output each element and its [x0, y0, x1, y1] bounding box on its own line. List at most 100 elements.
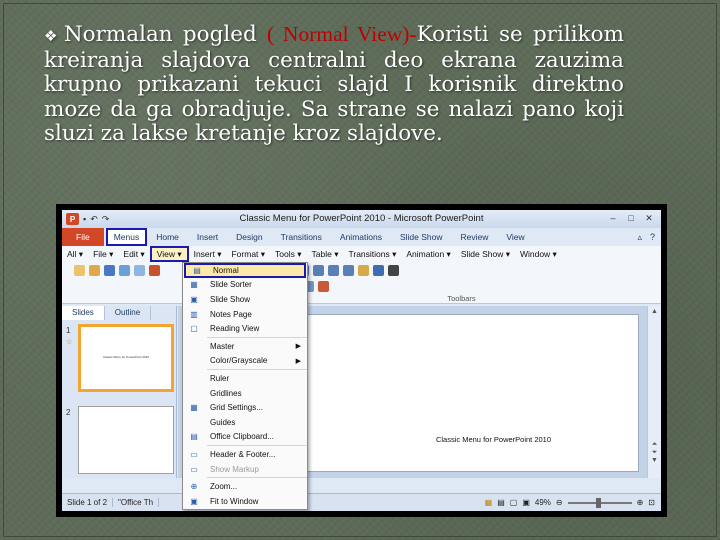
menu-item-master[interactable]: Master ▶ — [183, 339, 307, 354]
normal-icon: ▤ — [193, 265, 201, 275]
menu-item-label: Grid Settings... — [210, 403, 263, 413]
tab-animations[interactable]: Animations — [331, 228, 391, 246]
line-icon[interactable] — [388, 264, 399, 276]
menu-item-label: Slide Show — [210, 294, 251, 304]
menu-separator — [207, 477, 307, 479]
sorter-view-icon[interactable]: ▤ — [497, 498, 505, 507]
zoom-icon: ⊕ — [190, 482, 198, 492]
slideshow-view-icon[interactable]: ▣ — [522, 498, 530, 507]
menu-table[interactable]: Table ▾ — [307, 246, 344, 262]
vertical-scrollbar[interactable]: ▲ ⏶ ⏷ ▼ — [647, 306, 661, 478]
menu-item-label: Office Clipboard... — [210, 432, 274, 442]
normal-view-icon[interactable]: ▦ — [485, 498, 493, 507]
preview-icon[interactable] — [134, 264, 145, 276]
tab-transitions[interactable]: Transitions — [272, 228, 331, 246]
cut-icon[interactable] — [149, 264, 160, 276]
menu-item-slide-show[interactable]: ▣ Slide Show — [183, 292, 307, 307]
menu-item-label: Gridlines — [210, 388, 242, 398]
tab-menus[interactable]: Menus — [105, 228, 148, 246]
fill-icon[interactable] — [373, 264, 384, 276]
status-bar: Slide 1 of 2 "Office Th ▦ ▤ ▢ ▣ 49% ⊖ ⊕ … — [62, 493, 661, 511]
menu-all[interactable]: All ▾ — [62, 246, 88, 262]
zoom-knob[interactable] — [595, 497, 601, 508]
menu-item-ruler[interactable]: Ruler — [183, 371, 307, 386]
classic-menu-bar: All ▾ File ▾ Edit ▾ View ▾ Insert ▾ Form… — [62, 246, 661, 262]
zoom-in-icon[interactable]: ⊕ — [637, 498, 644, 507]
menu-item-slide-sorter[interactable]: ▦ Slide Sorter — [183, 278, 307, 293]
menu-item-reading-view[interactable]: ▢ Reading View — [183, 321, 307, 336]
slides-pane: Slides Outline 1 ☆ Classic Menu for Powe… — [62, 306, 177, 478]
slide-show-icon: ▣ — [190, 294, 198, 304]
menu-edit[interactable]: Edit ▾ — [118, 246, 149, 262]
tab-insert[interactable]: Insert — [188, 228, 227, 246]
tab-outline[interactable]: Outline — [105, 306, 152, 320]
fit-to-window-icon: ▣ — [190, 496, 198, 506]
ribbon-tabs: File Menus Home Insert Design Transition… — [62, 228, 661, 246]
menu-item-zoom[interactable]: ⊕ Zoom... — [183, 479, 307, 494]
menu-animation[interactable]: Animation ▾ — [401, 246, 455, 262]
slide-thumbnail-2[interactable] — [78, 406, 174, 474]
menu-format[interactable]: Format ▾ — [226, 246, 270, 262]
tab-home[interactable]: Home — [147, 228, 188, 246]
menu-separator — [207, 445, 307, 447]
tab-slide-show[interactable]: Slide Show — [391, 228, 452, 246]
print-icon[interactable] — [119, 264, 130, 276]
menu-item-color-grayscale[interactable]: Color/Grayscale ▶ — [183, 354, 307, 369]
submenu-arrow-icon: ▶ — [295, 357, 301, 365]
new-icon[interactable] — [74, 264, 85, 276]
prev-slide-icon[interactable]: ⏶ — [648, 441, 661, 449]
next-slide-icon[interactable]: ⏷ — [648, 449, 661, 457]
zoom-out-icon[interactable]: ⊖ — [556, 498, 563, 507]
menu-slide-show[interactable]: Slide Show ▾ — [456, 246, 515, 262]
menu-item-gridlines[interactable]: Gridlines — [183, 386, 307, 401]
menu-separator — [207, 336, 307, 338]
menu-item-label: Master — [210, 341, 235, 351]
scroll-up-icon[interactable]: ▲ — [648, 308, 661, 315]
menu-item-normal[interactable]: ▤ Normal — [184, 263, 306, 278]
minimize-icon[interactable]: – — [605, 212, 621, 224]
menu-item-guides[interactable]: Guides — [183, 415, 307, 430]
slide-body-text: ❖ Normalan pogled ( Normal View)-Koristi … — [44, 22, 624, 147]
tab-review[interactable]: Review — [452, 228, 498, 246]
menu-item-show-markup[interactable]: ▭ Show Markup — [183, 462, 307, 477]
menu-item-header-footer[interactable]: ▭ Header & Footer... — [183, 447, 307, 462]
menu-item-notes-page[interactable]: ▥ Notes Page — [183, 307, 307, 322]
shapes-icon[interactable] — [358, 264, 369, 276]
open-icon[interactable] — [89, 264, 100, 276]
menu-item-grid-settings[interactable]: ▦ Grid Settings... — [183, 400, 307, 415]
close-icon[interactable]: ✕ — [641, 212, 657, 224]
tab-design[interactable]: Design — [227, 228, 271, 246]
menu-transitions[interactable]: Transitions ▾ — [343, 246, 401, 262]
numbering-icon[interactable] — [328, 264, 339, 276]
bullets-icon[interactable] — [313, 264, 324, 276]
thumb-text: Classic Menu for PowerPoint 2010 — [102, 355, 150, 359]
tab-slides[interactable]: Slides — [62, 306, 105, 320]
slide-sorter-icon: ▦ — [190, 280, 198, 290]
menu-view[interactable]: View ▾ — [149, 246, 189, 262]
slide-count: Slide 1 of 2 — [62, 498, 114, 507]
zoom-slider[interactable] — [567, 497, 632, 508]
slide-thumbnail-1[interactable]: Classic Menu for PowerPoint 2010 — [78, 324, 174, 392]
menu-window[interactable]: Window ▾ — [515, 246, 562, 262]
reading-view-icon[interactable]: ▢ — [510, 498, 518, 507]
menu-file[interactable]: File ▾ — [88, 246, 118, 262]
theme-name: "Office Th — [113, 498, 160, 507]
normal-view-highlight: ( Normal View)- — [266, 22, 417, 46]
reading-view-icon: ▢ — [190, 324, 198, 334]
tab-view[interactable]: View — [497, 228, 533, 246]
maximize-icon[interactable]: □ — [623, 212, 639, 224]
menu-insert[interactable]: Insert ▾ — [189, 246, 227, 262]
menu-item-office-clipboard[interactable]: ▤ Office Clipboard... — [183, 430, 307, 445]
menu-tools[interactable]: Tools ▾ — [270, 246, 306, 262]
fit-window-icon[interactable]: ⊡ — [648, 498, 655, 507]
collapse-ribbon-icon[interactable]: ▵ — [637, 232, 642, 243]
save-toolbar-icon[interactable] — [104, 264, 115, 276]
help-icon[interactable]: ? — [650, 232, 655, 243]
tab-file[interactable]: File — [62, 228, 104, 246]
toolbar-row-1 — [62, 262, 661, 278]
indent-icon[interactable] — [343, 264, 354, 276]
text-before: Normalan pogled — [63, 22, 267, 47]
font-color-icon[interactable] — [318, 280, 329, 292]
menu-item-fit-to-window[interactable]: ▣ Fit to Window — [183, 494, 307, 509]
scroll-down-icon[interactable]: ▼ — [648, 457, 661, 464]
